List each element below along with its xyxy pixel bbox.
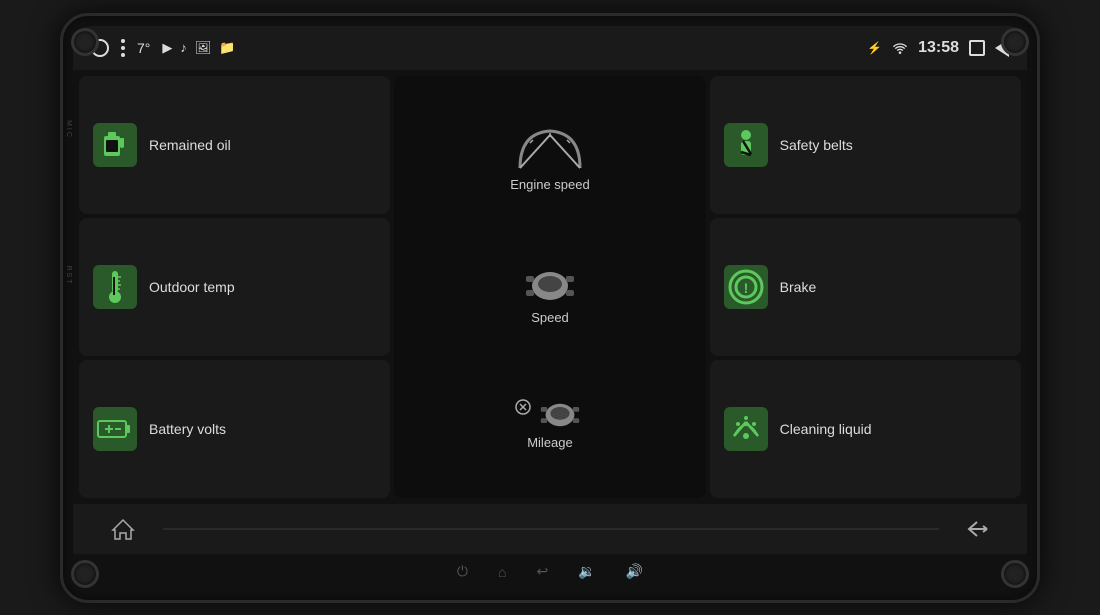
- tile-label-brake: Brake: [780, 279, 817, 295]
- mileage-section[interactable]: Mileage: [515, 399, 585, 450]
- tile-icon-safety-belts: [724, 123, 768, 167]
- music-icon: ♪: [180, 40, 187, 55]
- bottom-nav-bar: [73, 504, 1027, 554]
- youtube-icon: ▶: [162, 40, 172, 56]
- photo-icon: 🖼: [195, 40, 212, 56]
- engine-speed-section[interactable]: Engine speed: [510, 123, 590, 192]
- tile-safety-belts[interactable]: Safety belts: [710, 76, 1021, 214]
- mileage-car-icon: [535, 399, 585, 431]
- tile-cleaning-liquid[interactable]: Cleaning liquid: [710, 360, 1021, 498]
- android-back-button[interactable]: ↩: [536, 563, 548, 580]
- mount-hole-bl: [71, 560, 99, 588]
- seatbelt-icon: [731, 128, 761, 162]
- center-panel: Engine speed Speed: [394, 76, 705, 498]
- android-home-button[interactable]: ⌂: [498, 564, 506, 580]
- fuel-icon: [101, 128, 129, 162]
- mileage-label: Mileage: [527, 435, 573, 450]
- tile-icon-remained-oil: [93, 123, 137, 167]
- mount-hole-tr: [1001, 28, 1029, 56]
- engine-speed-label: Engine speed: [510, 177, 590, 192]
- volume-down-button[interactable]: 🔉: [578, 563, 595, 580]
- mount-hole-br: [1001, 560, 1029, 588]
- recent-apps-icon[interactable]: [969, 40, 985, 56]
- home-button[interactable]: [103, 510, 143, 548]
- svg-text:!: !: [743, 280, 748, 296]
- bluetooth-icon: ⚡: [867, 41, 882, 55]
- tile-icon-brake: !: [724, 265, 768, 309]
- side-label-mic: MIC: [65, 120, 72, 144]
- back-arrow-icon: [967, 520, 989, 538]
- tile-label-remained-oil: Remained oil: [149, 137, 231, 153]
- status-bar-left: 7° ▶ ♪ 🖼 📁: [91, 39, 236, 57]
- tile-label-cleaning-liquid: Cleaning liquid: [780, 421, 872, 437]
- status-bar-right: ⚡ 13:58: [867, 39, 1009, 57]
- dots-icon: [121, 39, 125, 57]
- speed-label: Speed: [531, 310, 569, 325]
- tile-outdoor-temp[interactable]: Outdoor temp: [79, 218, 390, 356]
- main-grid: Remained oil: [73, 70, 1027, 504]
- tile-icon-cleaning-liquid: [724, 407, 768, 451]
- temperature-display: 7°: [137, 40, 150, 56]
- volume-up-button[interactable]: 🔊: [626, 563, 643, 580]
- speed-car-icon: [520, 266, 580, 306]
- tile-label-outdoor-temp: Outdoor temp: [149, 279, 235, 295]
- bottom-system-bar: ⏻ ⌂ ↩ 🔉 🔊: [73, 554, 1027, 590]
- tile-icon-outdoor-temp: [93, 265, 137, 309]
- tile-label-battery-volts: Battery volts: [149, 421, 226, 437]
- tile-remained-oil[interactable]: Remained oil: [79, 76, 390, 214]
- folder-icon: 📁: [219, 40, 235, 56]
- back-button[interactable]: [959, 512, 997, 546]
- mount-hole-tl: [71, 28, 99, 56]
- tile-label-safety-belts: Safety belts: [780, 137, 853, 153]
- screen: 7° ▶ ♪ 🖼 📁 ⚡ 13:58: [73, 26, 1027, 590]
- thermometer-icon: [103, 269, 127, 305]
- time-display: 13:58: [918, 39, 959, 57]
- tile-battery-volts[interactable]: Battery volts: [79, 360, 390, 498]
- status-media-icons: ▶ ♪ 🖼 📁: [162, 40, 235, 56]
- home-icon: [111, 518, 135, 540]
- washer-icon: [728, 414, 764, 444]
- mileage-warning-icon: [515, 399, 531, 415]
- tile-brake[interactable]: ! Brake: [710, 218, 1021, 356]
- power-button[interactable]: ⏻: [457, 563, 468, 580]
- tile-icon-battery-volts: [93, 407, 137, 451]
- status-bar: 7° ▶ ♪ 🖼 📁 ⚡ 13:58: [73, 26, 1027, 70]
- brake-icon: !: [728, 269, 764, 305]
- speed-section[interactable]: Speed: [520, 266, 580, 325]
- device-body: RST MIC 7° ▶ ♪ 🖼 📁 ⚡: [60, 13, 1040, 603]
- nav-divider: [163, 528, 939, 530]
- side-label-rst: RST: [65, 266, 72, 291]
- engine-speed-icon: [510, 123, 590, 173]
- battery-icon: [97, 417, 133, 441]
- wifi-icon: [892, 42, 908, 54]
